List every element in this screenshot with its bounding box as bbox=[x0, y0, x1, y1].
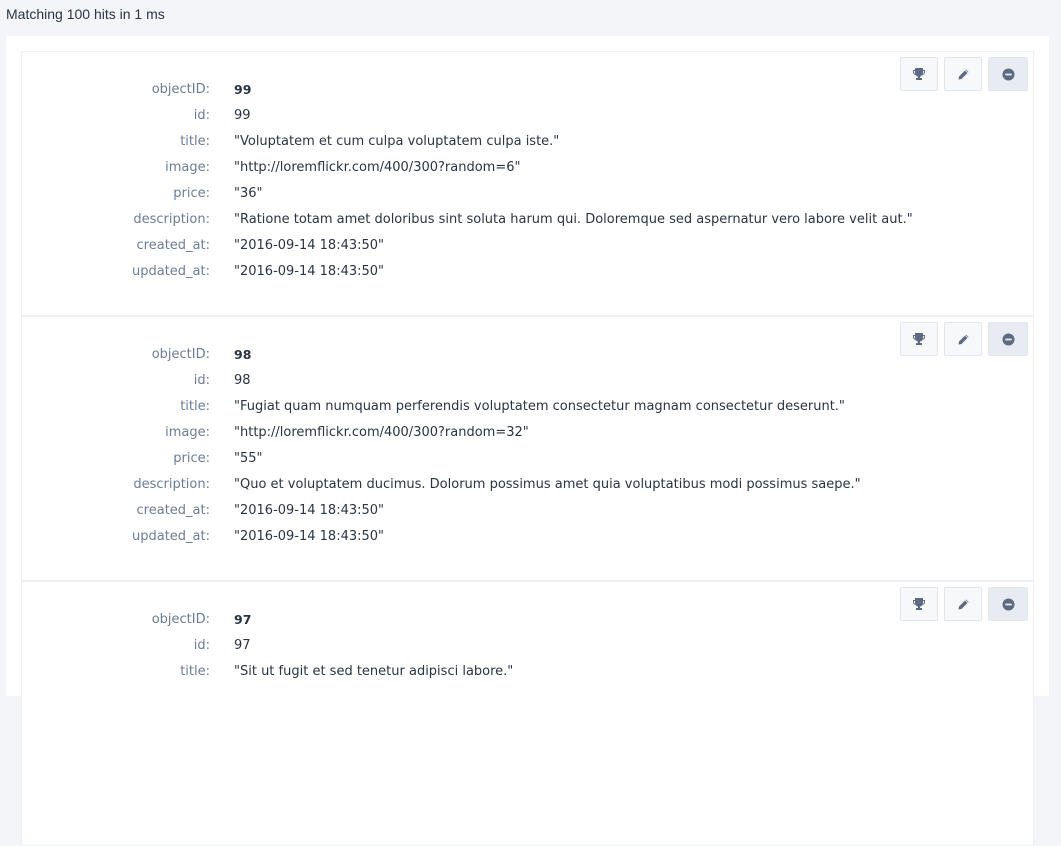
field-value: "36" bbox=[234, 186, 263, 201]
field-key: created_at: bbox=[136, 503, 210, 518]
trophy-icon bbox=[913, 68, 925, 80]
field-value: 98 bbox=[234, 347, 252, 362]
field-value: 99 bbox=[234, 82, 252, 97]
field-key: updated_at: bbox=[132, 529, 210, 544]
field-value: "55" bbox=[234, 451, 263, 466]
remove-button[interactable] bbox=[988, 322, 1028, 356]
field-value: "Fugiat quam numquam perferendis volupta… bbox=[234, 399, 845, 414]
field-key: image: bbox=[165, 425, 210, 440]
hit-card: objectID: 98 id: 98 title: "Fugiat quam num… bbox=[21, 316, 1034, 581]
pencil-icon bbox=[958, 334, 968, 344]
trophy-icon bbox=[913, 598, 925, 610]
promote-button[interactable] bbox=[900, 57, 938, 91]
field-value: "2016-09-14 18:43:50" bbox=[234, 529, 385, 544]
field-key: id: bbox=[193, 108, 210, 123]
field-value: "2016-09-14 18:43:50" bbox=[234, 503, 385, 518]
results-summary: Matching 100 hits in 1 ms bbox=[6, 6, 165, 22]
field-value: "2016-09-14 18:43:50" bbox=[234, 264, 385, 279]
field-key: image: bbox=[165, 160, 210, 175]
field-value: "Ratione totam amet doloribus sint solut… bbox=[234, 212, 913, 227]
field-value: 99 bbox=[234, 108, 251, 123]
hit-card: objectID: 97 id: 97 title: "Sit ut fugit et… bbox=[21, 581, 1034, 846]
pencil-icon bbox=[958, 69, 968, 79]
field-key: id: bbox=[193, 373, 210, 388]
hits-panel: objectID: 99 id: 99 title: "Voluptatem et c… bbox=[6, 36, 1049, 846]
field-key: objectID: bbox=[151, 82, 210, 97]
field-key: title: bbox=[180, 399, 210, 414]
minus-circle-icon bbox=[1002, 68, 1014, 80]
promote-button[interactable] bbox=[900, 322, 938, 356]
hit-actions bbox=[894, 57, 1028, 91]
field-value: "Quo et voluptatem ducimus. Dolorum poss… bbox=[234, 477, 861, 492]
field-value: "2016-09-14 18:43:50" bbox=[234, 238, 385, 253]
field-key: description: bbox=[133, 477, 210, 492]
remove-button[interactable] bbox=[988, 57, 1028, 91]
field-key: id: bbox=[193, 638, 210, 653]
field-key: price: bbox=[173, 451, 210, 466]
edit-button[interactable] bbox=[944, 587, 982, 621]
field-value: 97 bbox=[234, 638, 251, 653]
minus-circle-icon bbox=[1002, 598, 1014, 610]
field-key: created_at: bbox=[136, 238, 210, 253]
field-key: objectID: bbox=[151, 347, 210, 362]
field-value: "http://loremflickr.com/400/300?random=3… bbox=[234, 425, 529, 440]
field-key: objectID: bbox=[151, 612, 210, 627]
field-value: "Voluptatem et cum culpa voluptatem culp… bbox=[234, 134, 560, 149]
hit-card: objectID: 99 id: 99 title: "Voluptatem et c… bbox=[21, 51, 1034, 316]
edit-button[interactable] bbox=[944, 322, 982, 356]
promote-button[interactable] bbox=[900, 587, 938, 621]
field-value: "Sit ut fugit et sed tenetur adipisci la… bbox=[234, 664, 514, 679]
trophy-icon bbox=[913, 333, 925, 345]
remove-button[interactable] bbox=[988, 587, 1028, 621]
field-key: title: bbox=[180, 664, 210, 679]
hit-actions bbox=[894, 587, 1028, 621]
edit-button[interactable] bbox=[944, 57, 982, 91]
hit-actions bbox=[894, 322, 1028, 356]
field-key: title: bbox=[180, 134, 210, 149]
field-key: description: bbox=[133, 212, 210, 227]
field-key: updated_at: bbox=[132, 264, 210, 279]
pencil-icon bbox=[958, 599, 968, 609]
field-value: 98 bbox=[234, 373, 251, 388]
field-value: "http://loremflickr.com/400/300?random=6… bbox=[234, 160, 521, 175]
field-key: price: bbox=[173, 186, 210, 201]
field-value: 97 bbox=[234, 612, 252, 627]
minus-circle-icon bbox=[1002, 333, 1014, 345]
